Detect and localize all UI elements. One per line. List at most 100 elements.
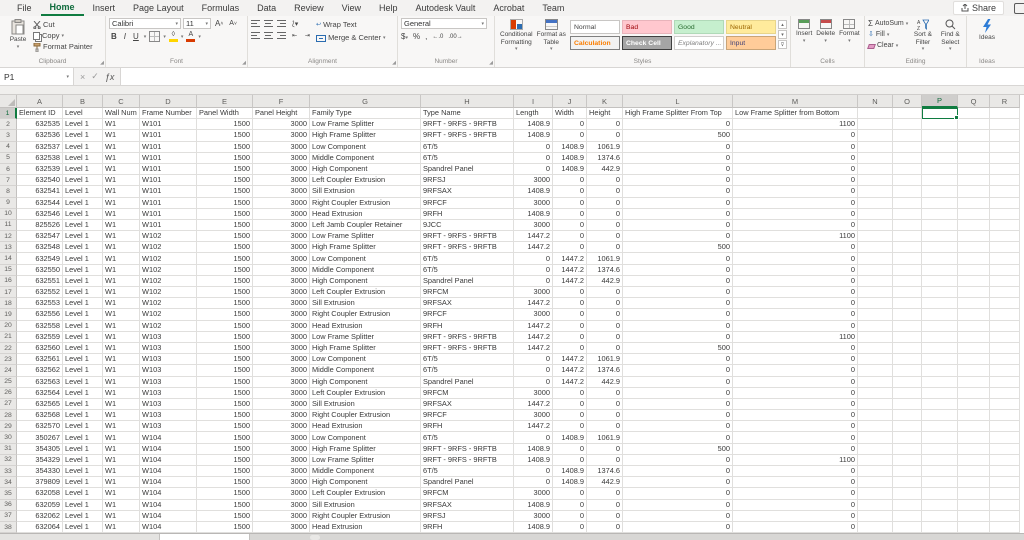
cell-I32[interactable]: 1408.9: [514, 455, 553, 466]
cell-Q31[interactable]: [958, 444, 990, 455]
cell-C22[interactable]: W1: [103, 343, 140, 354]
font-dialog-launcher-icon[interactable]: ◢: [242, 60, 246, 66]
cell-E38[interactable]: 1500: [197, 522, 253, 533]
cell-P33[interactable]: [922, 466, 958, 477]
cell-D21[interactable]: W103: [140, 332, 197, 343]
cell-C20[interactable]: W1: [103, 321, 140, 332]
cell-L37[interactable]: 0: [623, 511, 733, 522]
cell-C7[interactable]: W1: [103, 175, 140, 186]
cell-N10[interactable]: [858, 209, 893, 220]
fill-color-button[interactable]: ◊: [169, 31, 178, 42]
cell-G16[interactable]: High Component: [310, 276, 421, 287]
column-header-R[interactable]: R: [990, 95, 1020, 108]
cell-L29[interactable]: 0: [623, 421, 733, 432]
cell-P15[interactable]: [922, 265, 958, 276]
cell-I35[interactable]: 3000: [514, 488, 553, 499]
cell-I24[interactable]: 0: [514, 365, 553, 376]
cell-L30[interactable]: 0: [623, 432, 733, 443]
cell-G35[interactable]: Left Coupler Extrusion: [310, 488, 421, 499]
cell-O38[interactable]: [893, 522, 922, 533]
paste-button[interactable]: Paste ▾: [3, 18, 33, 52]
cell-R32[interactable]: [990, 455, 1020, 466]
cell-I13[interactable]: 1447.2: [514, 242, 553, 253]
cell-P35[interactable]: [922, 488, 958, 499]
cell-K25[interactable]: 442.9: [587, 377, 623, 388]
cell-K7[interactable]: 0: [587, 175, 623, 186]
cut-button[interactable]: Cut: [33, 20, 93, 30]
cell-I29[interactable]: 1447.2: [514, 421, 553, 432]
cell-M13[interactable]: 0: [733, 242, 858, 253]
cell-G8[interactable]: Sill Extrusion: [310, 186, 421, 197]
cell-N27[interactable]: [858, 399, 893, 410]
cell-E14[interactable]: 1500: [197, 253, 253, 264]
cell-E18[interactable]: 1500: [197, 298, 253, 309]
cell-O25[interactable]: [893, 377, 922, 388]
cell-L36[interactable]: 0: [623, 500, 733, 511]
cell-A12[interactable]: 632547: [17, 231, 63, 242]
cell-E17[interactable]: 1500: [197, 287, 253, 298]
cell-I28[interactable]: 3000: [514, 410, 553, 421]
cell-J37[interactable]: 0: [553, 511, 587, 522]
cell-O1[interactable]: [893, 108, 922, 119]
row-header-21[interactable]: 21: [0, 332, 17, 343]
cell-L21[interactable]: 0: [623, 332, 733, 343]
cell-A36[interactable]: 632059: [17, 500, 63, 511]
cell-O19[interactable]: [893, 309, 922, 320]
cell-P22[interactable]: [922, 343, 958, 354]
cell-L2[interactable]: 0: [623, 119, 733, 130]
decrease-decimal-button[interactable]: .00→: [448, 34, 462, 40]
align-right-icon[interactable]: [277, 32, 286, 39]
cell-D22[interactable]: W103: [140, 343, 197, 354]
cell-R26[interactable]: [990, 388, 1020, 399]
align-bottom-icon[interactable]: [277, 20, 286, 27]
cell-B6[interactable]: Level 1: [63, 164, 103, 175]
cell-E25[interactable]: 1500: [197, 377, 253, 388]
cell-F32[interactable]: 3000: [253, 455, 310, 466]
cell-G12[interactable]: Low Frame Splitter: [310, 231, 421, 242]
cell-C21[interactable]: W1: [103, 332, 140, 343]
cell-O37[interactable]: [893, 511, 922, 522]
decrease-indent-icon[interactable]: ⇤: [290, 32, 299, 39]
cell-J5[interactable]: 1408.9: [553, 153, 587, 164]
cell-K11[interactable]: 0: [587, 220, 623, 231]
column-header-N[interactable]: N: [858, 95, 893, 108]
cell-H38[interactable]: 9RFH: [421, 522, 514, 533]
cell-O31[interactable]: [893, 444, 922, 455]
cell-G4[interactable]: Low Component: [310, 142, 421, 153]
cell-G14[interactable]: Low Component: [310, 253, 421, 264]
cell-C2[interactable]: W1: [103, 119, 140, 130]
cell-C19[interactable]: W1: [103, 309, 140, 320]
cell-R21[interactable]: [990, 332, 1020, 343]
cell-D37[interactable]: W104: [140, 511, 197, 522]
column-header-G[interactable]: G: [310, 95, 421, 108]
cell-H37[interactable]: 9RFSJ: [421, 511, 514, 522]
cell-H1[interactable]: Type Name: [421, 108, 514, 119]
font-color-button[interactable]: A: [186, 31, 195, 42]
cell-Q26[interactable]: [958, 388, 990, 399]
cell-A10[interactable]: 632546: [17, 209, 63, 220]
cell-J36[interactable]: 0: [553, 500, 587, 511]
cell-B3[interactable]: Level 1: [63, 130, 103, 141]
cell-style-calculation[interactable]: Calculation: [570, 36, 620, 50]
row-header-27[interactable]: 27: [0, 399, 17, 410]
cell-A22[interactable]: 632560: [17, 343, 63, 354]
cell-P31[interactable]: [922, 444, 958, 455]
cell-D23[interactable]: W103: [140, 354, 197, 365]
cell-F9[interactable]: 3000: [253, 198, 310, 209]
cell-R4[interactable]: [990, 142, 1020, 153]
cell-P18[interactable]: [922, 298, 958, 309]
cell-B37[interactable]: Level 1: [63, 511, 103, 522]
cell-I31[interactable]: 1408.9: [514, 444, 553, 455]
cell-M38[interactable]: 0: [733, 522, 858, 533]
cell-A15[interactable]: 632550: [17, 265, 63, 276]
cell-H33[interactable]: 6T/5: [421, 466, 514, 477]
cell-P17[interactable]: [922, 287, 958, 298]
cell-A35[interactable]: 632058: [17, 488, 63, 499]
column-header-J[interactable]: J: [553, 95, 587, 108]
cell-R19[interactable]: [990, 309, 1020, 320]
cell-E4[interactable]: 1500: [197, 142, 253, 153]
cell-E12[interactable]: 1500: [197, 231, 253, 242]
cell-N36[interactable]: [858, 500, 893, 511]
cell-A25[interactable]: 632563: [17, 377, 63, 388]
cell-E35[interactable]: 1500: [197, 488, 253, 499]
